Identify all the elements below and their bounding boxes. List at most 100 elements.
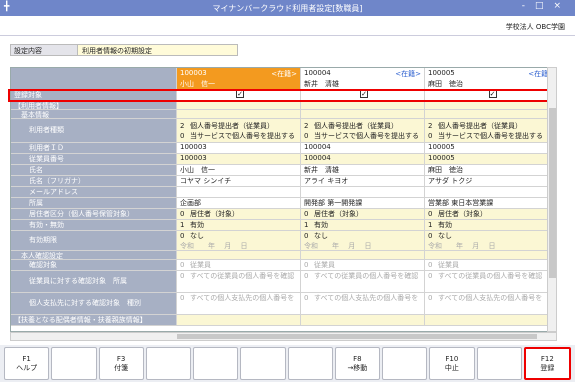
section-filler <box>425 315 556 326</box>
target-checkbox-2[interactable]: ✓ <box>301 90 425 101</box>
fkey-code: F12 <box>540 354 554 363</box>
fkey-code: F10 <box>445 354 459 363</box>
target-checkbox-3[interactable]: ✓ <box>425 90 556 101</box>
check-icon: ✓ <box>488 90 497 98</box>
employee-header-1[interactable]: 100003 <在籍> 小山 信一 <box>177 68 301 90</box>
code-text: 居住者（対象） <box>438 210 487 218</box>
confirm-target-cell: 0 従業員 <box>425 260 556 271</box>
user-type-cell-1[interactable]: 2 個人番号提出者（従業員） 0 当サービスで個人番号を提出する <box>177 119 301 143</box>
code-num: 0 <box>304 272 309 280</box>
code-text: すべての個人支払先の個人番号を <box>314 294 419 302</box>
code-num: 0 <box>428 272 433 280</box>
fkey-label: →移動 <box>347 363 368 372</box>
horizontal-scrollbar[interactable] <box>10 332 557 341</box>
check-icon: ✓ <box>236 90 244 98</box>
code-text: すべての従業員の個人番号を確認 <box>190 272 295 280</box>
section-user-info: 【利用者情報】 <box>11 101 177 110</box>
name-cell[interactable]: 新井 清雄 <box>301 165 425 176</box>
scroll-thumb[interactable] <box>549 108 556 278</box>
f4-button[interactable] <box>145 347 191 380</box>
function-key-bar: F1 ヘルプ F3 付箋 F8 →移動 F10 中止 F12 登録 <box>0 345 575 382</box>
valid-cell[interactable]: 1 有効 <box>177 220 301 231</box>
user-id-cell[interactable]: 100005 <box>425 143 556 154</box>
employee-header-2[interactable]: 100004 <在籍> 新井 清雄 <box>301 68 425 90</box>
vertical-scrollbar[interactable] <box>547 67 557 332</box>
fkey-label: ヘルプ <box>16 363 38 372</box>
code-num: 0 <box>428 261 433 269</box>
emp-no-cell[interactable]: 100005 <box>425 154 556 165</box>
f11-button[interactable] <box>476 347 522 380</box>
code-text: 有効 <box>438 221 452 229</box>
employee-grid: 100003 <在籍> 小山 信一 100004 <在籍> 新井 清雄 100005… <box>10 67 557 332</box>
code-text: すべての従業員の個人番号を確認 <box>438 272 543 280</box>
user-type-cell-3[interactable]: 2 個人番号提出者（従業員） 0 当サービスで個人番号を提出する <box>425 119 556 143</box>
user-id-cell[interactable]: 100004 <box>301 143 425 154</box>
kana-cell[interactable]: アサダ トクジ <box>425 176 556 187</box>
code-num: 1 <box>428 221 433 229</box>
employee-header-3[interactable]: 100005 <在籍> 麻田 徳治 <box>425 68 556 90</box>
code-text: 従業員 <box>190 261 211 269</box>
f1-help-button[interactable]: F1 ヘルプ <box>4 347 50 380</box>
period-cell[interactable]: 0 なし 令和 年 月 日 <box>425 231 556 251</box>
email-cell[interactable] <box>301 187 425 198</box>
code-num: 0 <box>428 210 433 218</box>
pay-confirm-cell: 0 すべての個人支払先の個人番号を <box>425 293 556 315</box>
code-num: 0 <box>428 232 433 240</box>
user-type-cell-2[interactable]: 2 個人番号提出者（従業員） 0 当サービスで個人番号を提出する <box>301 119 425 143</box>
code-text: 当サービスで個人番号を提出する <box>190 132 295 140</box>
code-num: 2 <box>428 122 433 130</box>
f6-button[interactable] <box>240 347 286 380</box>
f5-button[interactable] <box>193 347 239 380</box>
email-cell[interactable] <box>425 187 556 198</box>
code-text: なし <box>190 232 204 240</box>
emp-no-cell[interactable]: 100003 <box>177 154 301 165</box>
f3-sticky-button[interactable]: F3 付箋 <box>98 347 144 380</box>
code-text: 個人番号提出者（従業員） <box>190 122 274 130</box>
employee-name: 新井 清雄 <box>304 80 339 88</box>
dept-cell[interactable]: 営業部 東日本営業課 <box>425 198 556 209</box>
email-cell[interactable] <box>177 187 301 198</box>
employee-code: 100005 <box>428 69 455 77</box>
code-text: 居住者（対象） <box>190 210 239 218</box>
user-id-cell[interactable]: 100003 <box>177 143 301 154</box>
section-filler <box>425 251 556 260</box>
setting-value[interactable]: 利用者情報の初期設定 <box>78 44 238 56</box>
f8-move-button[interactable]: F8 →移動 <box>334 347 380 380</box>
period-cell[interactable]: 0 なし 令和 年 月 日 <box>301 231 425 251</box>
valid-cell[interactable]: 1 有効 <box>301 220 425 231</box>
period-date: 令和 年 月 日 <box>180 242 248 250</box>
f7-button[interactable] <box>287 347 333 380</box>
grid-corner <box>11 68 177 90</box>
section-dependents: 【扶養となる配偶者情報・扶養親族情報】 <box>11 315 177 326</box>
code-num: 0 <box>180 132 185 140</box>
section-filler <box>301 251 425 260</box>
name-cell[interactable]: 麻田 徳治 <box>425 165 556 176</box>
period-cell[interactable]: 0 なし令和 年 月 日 <box>177 231 301 251</box>
f9-button[interactable] <box>382 347 428 380</box>
fkey-code: F3 <box>116 354 126 363</box>
code-num: 0 <box>180 232 185 240</box>
row-label-target: 登録対象 <box>11 90 177 101</box>
residence-cell[interactable]: 0 居住者（対象） <box>301 209 425 220</box>
fkey-label: 登録 <box>540 363 555 372</box>
dept-cell[interactable]: 開発部 第一開発課 <box>301 198 425 209</box>
name-cell[interactable]: 小山 信一 <box>177 165 301 176</box>
employee-status: <在籍> <box>271 70 297 78</box>
residence-cell[interactable]: 0 居住者（対象） <box>177 209 301 220</box>
kana-cell[interactable]: アライ キヨオ <box>301 176 425 187</box>
valid-cell[interactable]: 1 有効 <box>425 220 556 231</box>
code-text: 従業員 <box>314 261 335 269</box>
kana-cell[interactable]: コヤマ シンイチ <box>177 176 301 187</box>
section-identity: 本人確認設定 <box>11 251 177 260</box>
f12-register-button[interactable]: F12 登録 <box>523 347 571 380</box>
emp-no-cell[interactable]: 100004 <box>301 154 425 165</box>
code-num: 1 <box>304 221 309 229</box>
dept-cell[interactable]: 企画部 <box>177 198 301 209</box>
code-num: 2 <box>180 122 185 130</box>
window-controls[interactable]: ‐□× <box>522 1 571 11</box>
target-checkbox-1[interactable]: ✓ <box>177 90 301 101</box>
scroll-thumb[interactable] <box>177 334 537 339</box>
residence-cell[interactable]: 0 居住者（対象） <box>425 209 556 220</box>
f2-button[interactable] <box>51 347 97 380</box>
f10-cancel-button[interactable]: F10 中止 <box>429 347 475 380</box>
